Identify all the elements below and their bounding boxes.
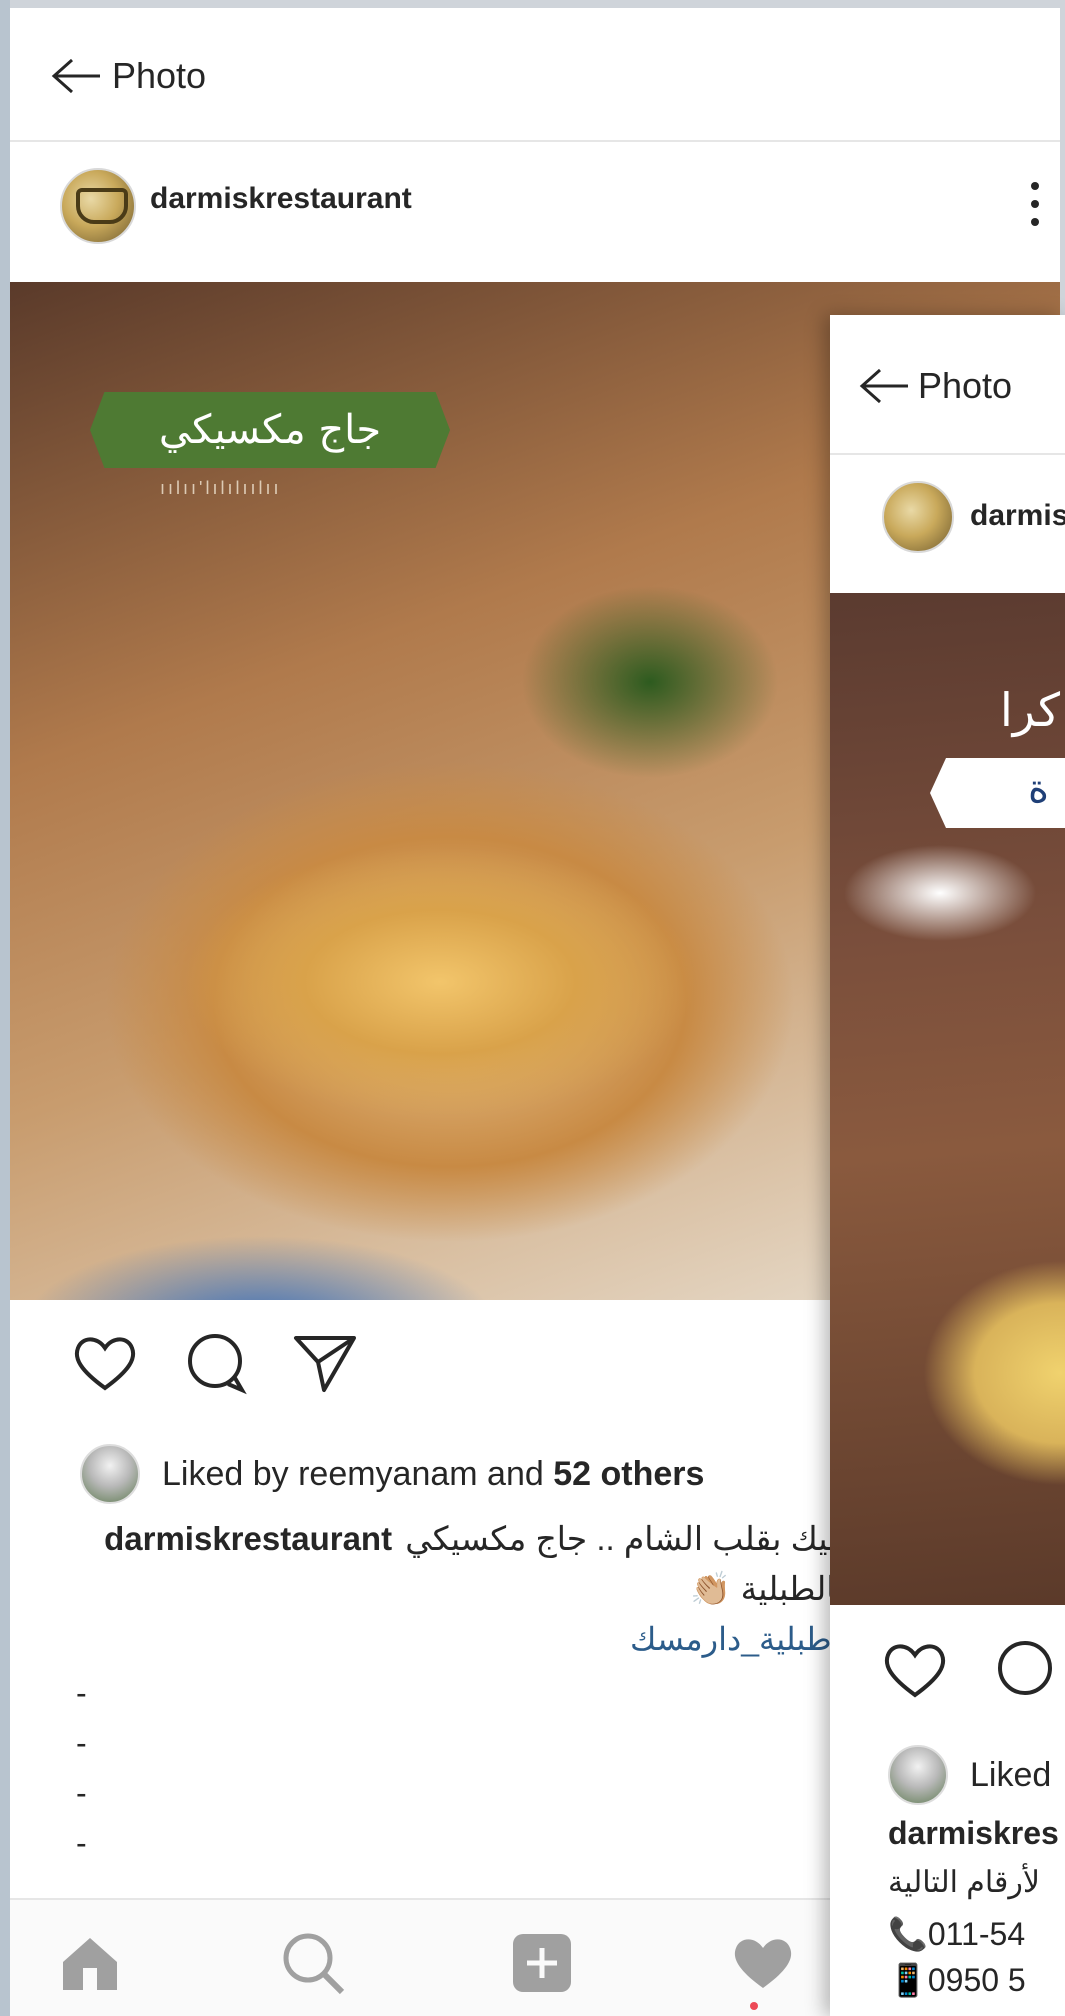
hashtag-link[interactable]: طبلية_دارمسك <box>630 1620 832 1658</box>
photo-text-top: كرا <box>1000 683 1061 737</box>
post-caption: سيك بقلب الشام .. جاج مكسيكي darmiskrest… <box>76 1514 856 1614</box>
likes-summary[interactable]: Liked by reemyanam and 52 others <box>80 1444 704 1504</box>
post-actions <box>70 1328 360 1398</box>
top-bar: Photo <box>830 315 1065 455</box>
username[interactable]: darmis <box>970 499 1065 533</box>
page-title: Photo <box>112 55 207 96</box>
caption-author[interactable]: darmiskrestaurant <box>104 1514 392 1564</box>
photo-banner-text: جاج مكسيكي عالطبلية <box>90 392 450 468</box>
photo-banner-subtext: ıılıı'lılılıılıı <box>160 478 282 498</box>
username[interactable]: darmiskrestaurant <box>150 182 412 216</box>
avatar[interactable] <box>882 481 954 553</box>
search-icon[interactable] <box>278 1928 348 1998</box>
liked-by-text: Liked by reemyanam and <box>162 1454 544 1493</box>
photo-banner: ة <box>930 758 1065 828</box>
notification-dot <box>750 2002 758 2010</box>
phone-number-1: 📞011-54 <box>888 1916 1026 1952</box>
heart-icon[interactable] <box>880 1635 950 1705</box>
liker-avatar <box>80 1444 140 1504</box>
photo-banner-text: ة <box>1028 766 1049 812</box>
overlapping-photo-screen[interactable]: Photo darmis كرا ة Liked darmiskres لأرق… <box>830 315 1065 2016</box>
dash-line: - <box>76 1675 87 1711</box>
more-vertical-icon <box>1031 182 1039 190</box>
liked-by-text: Liked <box>970 1755 1052 1794</box>
dash-line: - <box>76 1725 87 1761</box>
back-button[interactable]: Photo <box>858 365 1012 407</box>
post-header: darmiskrestaurant <box>10 142 1060 284</box>
dash-line: - <box>76 1775 87 1811</box>
window-edge <box>0 0 10 2016</box>
add-icon[interactable] <box>507 1928 577 1998</box>
post-header: darmis <box>830 455 1065 595</box>
caption-text: لأرقام التالية <box>888 1866 1040 1899</box>
heart-icon[interactable] <box>70 1328 140 1398</box>
home-icon[interactable] <box>55 1928 125 1998</box>
caption-text: سيك بقلب الشام .. جاج مكسيكي <box>405 1520 856 1557</box>
back-arrow-icon <box>859 368 908 404</box>
dash-line: - <box>76 1825 87 1861</box>
heart-filled-icon[interactable] <box>728 1928 798 1998</box>
phone-number-2: 📱0950 5 <box>888 1962 1026 1998</box>
back-arrow-icon <box>51 58 100 94</box>
more-options-button[interactable] <box>1020 172 1050 242</box>
comment-icon[interactable] <box>990 1635 1060 1705</box>
back-button[interactable]: Photo <box>50 55 206 97</box>
caption-line-2: عالطبلية 👏🏼 <box>690 1570 856 1607</box>
comment-icon[interactable] <box>180 1328 250 1398</box>
page-title: Photo <box>918 365 1013 406</box>
caption-dashes: - - - - <box>76 1668 87 1868</box>
liker-avatar <box>888 1745 948 1805</box>
avatar[interactable] <box>60 168 136 244</box>
likes-summary[interactable]: Liked <box>888 1745 1051 1805</box>
liked-count: 52 others <box>553 1454 705 1493</box>
top-bar: Photo <box>10 8 1060 142</box>
post-photo[interactable]: كرا ة <box>830 593 1065 1605</box>
caption-author[interactable]: darmiskres <box>888 1815 1059 1852</box>
post-actions <box>880 1635 1060 1705</box>
send-icon[interactable] <box>290 1328 360 1398</box>
